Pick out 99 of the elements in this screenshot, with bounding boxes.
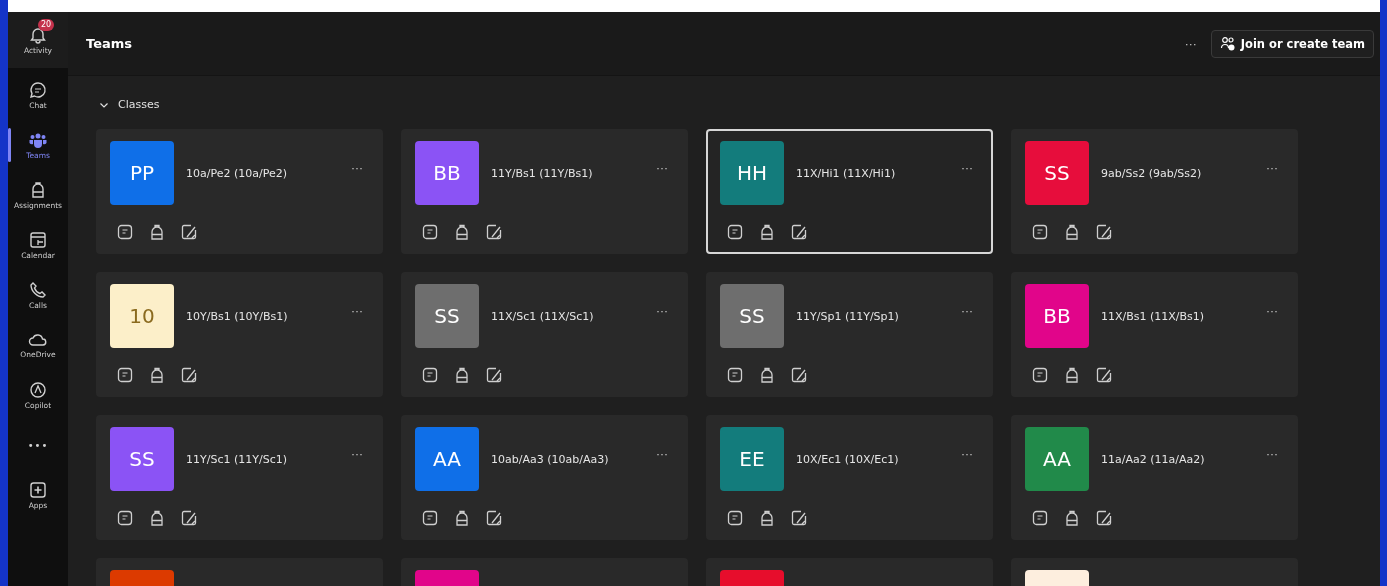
cloud-icon: [28, 331, 48, 348]
post-icon[interactable]: [727, 224, 743, 240]
chat-icon: [29, 80, 47, 99]
team-avatar: SS: [110, 427, 174, 491]
team-card[interactable]: AA 10ab/Aa3 (10ab/Aa3) ···: [401, 415, 688, 540]
backpack-icon: [29, 180, 47, 199]
team-card[interactable]: PP 10a/Pe2 (10a/Pe2) ···: [96, 129, 383, 254]
team-avatar: EE: [720, 427, 784, 491]
classes-section-toggle[interactable]: Classes: [96, 94, 163, 115]
backpack-icon[interactable]: [454, 224, 470, 240]
post-icon[interactable]: [1032, 224, 1048, 240]
post-icon[interactable]: [422, 224, 438, 240]
team-name: 10a/Pe2 (10a/Pe2): [186, 166, 288, 180]
calendar-icon: [29, 230, 47, 249]
people-add-icon: [1219, 35, 1236, 52]
team-card[interactable]: AA 11a/Aa2 (11a/Aa2) ···: [1011, 415, 1298, 540]
more-options-button[interactable]: ···: [345, 161, 369, 175]
backpack-icon[interactable]: [454, 510, 470, 526]
more-options-button[interactable]: ···: [955, 161, 979, 175]
post-icon[interactable]: [1032, 367, 1048, 383]
backpack-icon[interactable]: [149, 510, 165, 526]
edit-document-icon[interactable]: [181, 510, 197, 526]
phone-icon: [29, 280, 47, 299]
team-name: 11X/Sc1 (11X/Sc1): [491, 309, 595, 323]
team-card[interactable]: 10 10Y/Bs1 (10Y/Bs1) ···: [96, 272, 383, 397]
bell-icon: [29, 25, 47, 44]
team-avatar: AA: [1025, 427, 1089, 491]
edit-document-icon[interactable]: [181, 367, 197, 383]
post-icon[interactable]: [117, 367, 133, 383]
team-card[interactable]: BB 11X/Bs1 (11X/Bs1) ···: [1011, 272, 1298, 397]
edit-document-icon[interactable]: [1096, 224, 1112, 240]
more-options-button[interactable]: ···: [650, 161, 674, 175]
team-card[interactable]: SS 11X/Sc1 (11X/Sc1) ···: [401, 272, 688, 397]
team-card[interactable]: SS 11Y/Sc1 (11Y/Sc1) ···: [96, 415, 383, 540]
post-icon[interactable]: [727, 510, 743, 526]
team-name: 10ab/Aa3 (10ab/Aa3): [491, 452, 610, 466]
backpack-icon[interactable]: [1064, 367, 1080, 383]
edit-document-icon[interactable]: [791, 510, 807, 526]
edit-document-icon[interactable]: [1096, 367, 1112, 383]
edit-document-icon[interactable]: [791, 224, 807, 240]
team-avatar: SS: [720, 284, 784, 348]
more-options-button[interactable]: ···: [1180, 34, 1201, 53]
team-avatar: BB: [1025, 284, 1089, 348]
backpack-icon[interactable]: [759, 224, 775, 240]
backpack-icon[interactable]: [149, 367, 165, 383]
more-options-button[interactable]: ···: [345, 304, 369, 318]
team-name: 9ab/Ss2 (9ab/Ss2): [1101, 166, 1203, 180]
add-app-icon: [29, 480, 47, 499]
team-name: 11Y/Sc1 (11Y/Sc1): [186, 452, 288, 466]
team-card[interactable]: BB 11Y/Bs1 (11Y/Bs1) ···: [401, 129, 688, 254]
backpack-icon[interactable]: [759, 510, 775, 526]
more-options-button[interactable]: ···: [955, 304, 979, 318]
team-avatar: AA: [415, 427, 479, 491]
backpack-icon[interactable]: [759, 367, 775, 383]
team-card[interactable]: HH 11X/Hi1 (11X/Hi1) ···: [706, 129, 993, 254]
team-name: 11Y/Sp1 (11Y/Sp1): [796, 309, 900, 323]
post-icon[interactable]: [422, 510, 438, 526]
join-or-create-team-button[interactable]: Join or create team: [1210, 29, 1374, 58]
edit-document-icon[interactable]: [486, 224, 502, 240]
rail-item[interactable]: •••: [8, 420, 68, 470]
team-name: 11X/Bs1 (11X/Bs1): [1101, 309, 1206, 323]
backpack-icon[interactable]: [1064, 510, 1080, 526]
team-avatar: BB: [415, 141, 479, 205]
page-title: Teams: [86, 36, 132, 51]
team-card[interactable]: SS 9ab/Ss2 (9ab/Ss2) ···: [1011, 129, 1298, 254]
post-icon[interactable]: [117, 224, 133, 240]
edit-document-icon[interactable]: [486, 367, 502, 383]
more-options-button[interactable]: ···: [955, 447, 979, 461]
team-avatar: HH: [720, 141, 784, 205]
edit-document-icon[interactable]: [181, 224, 197, 240]
team-card[interactable]: EE 10X/Ec1 (10X/Ec1) ···: [706, 415, 993, 540]
more-options-button[interactable]: ···: [650, 447, 674, 461]
post-icon[interactable]: [727, 367, 743, 383]
copilot-icon: [29, 380, 47, 399]
backpack-icon[interactable]: [1064, 224, 1080, 240]
team-name: 10X/Ec1 (10X/Ec1): [796, 452, 900, 466]
team-avatar: SS: [415, 284, 479, 348]
more-options-button[interactable]: ···: [1260, 304, 1284, 318]
team-avatar: SS: [1025, 141, 1089, 205]
team-name: 11a/Aa2 (11a/Aa2): [1101, 452, 1206, 466]
post-icon[interactable]: [1032, 510, 1048, 526]
team-name: 11Y/Bs1 (11Y/Bs1): [491, 166, 594, 180]
team-name: 11X/Hi1 (11X/Hi1): [796, 166, 897, 180]
more-options-button[interactable]: ···: [1260, 447, 1284, 461]
backpack-icon[interactable]: [454, 367, 470, 383]
backpack-icon[interactable]: [149, 224, 165, 240]
notification-badge: 20: [38, 18, 55, 31]
edit-document-icon[interactable]: [1096, 510, 1112, 526]
team-avatar: 10: [110, 284, 174, 348]
post-icon[interactable]: [422, 367, 438, 383]
post-icon[interactable]: [117, 510, 133, 526]
team-avatar: PP: [110, 141, 174, 205]
edit-document-icon[interactable]: [486, 510, 502, 526]
more-options-button[interactable]: ···: [1260, 161, 1284, 175]
more-options-button[interactable]: ···: [345, 447, 369, 461]
team-name: 10Y/Bs1 (10Y/Bs1): [186, 309, 289, 323]
edit-document-icon[interactable]: [791, 367, 807, 383]
more-options-button[interactable]: ···: [650, 304, 674, 318]
team-card[interactable]: SS 11Y/Sp1 (11Y/Sp1) ···: [706, 272, 993, 397]
